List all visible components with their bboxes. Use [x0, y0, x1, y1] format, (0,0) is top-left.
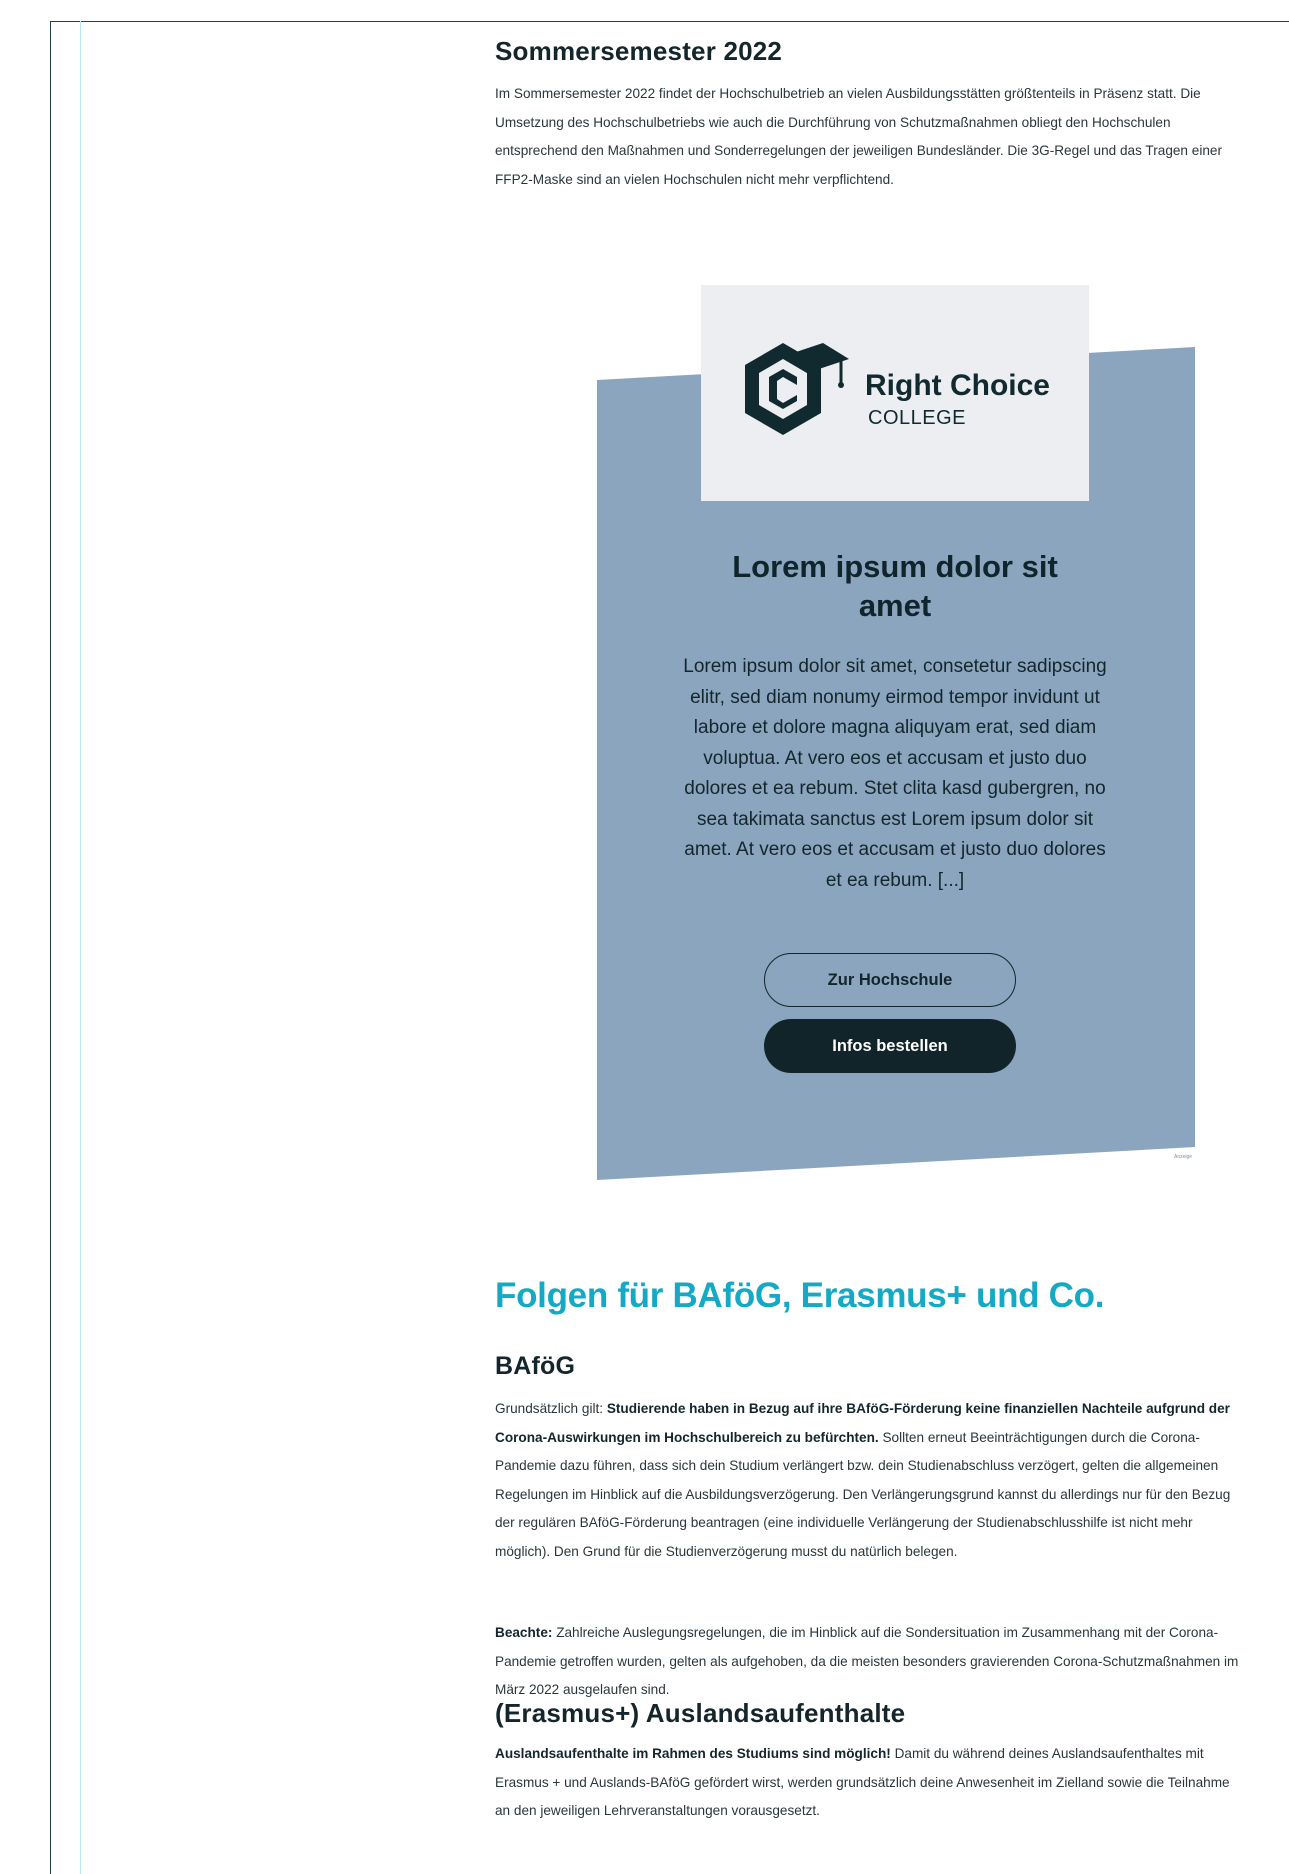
ad-description: Lorem ipsum dolor sit amet, consetetur s…	[683, 656, 1107, 891]
infos-bestellen-button[interactable]: Infos bestellen	[764, 1019, 1016, 1073]
ad-label: Anzeige	[1174, 1154, 1193, 1160]
beachte-text: Zahlreiche Auslegungsregelungen, die im …	[495, 1625, 1239, 1697]
erasmus-bold: Auslandsaufenthalte im Rahmen des Studiu…	[495, 1746, 891, 1761]
paragraph-erasmus: Auslandsaufenthalte im Rahmen des Studiu…	[495, 1740, 1245, 1826]
ad-card[interactable]: Right Choice COLLEGE Lorem ipsum dolor s…	[597, 285, 1195, 1180]
paragraph-beachte: Beachte: Zahlreiche Auslegungsregelungen…	[495, 1619, 1245, 1705]
zur-hochschule-button[interactable]: Zur Hochschule	[764, 953, 1016, 1007]
bafoeg-rest: Sollten erneut Beeinträchtigungen durch …	[495, 1429, 1231, 1559]
frame-left-border	[50, 21, 51, 1874]
beachte-label: Beachte:	[495, 1625, 553, 1640]
graduation-cap-logo-icon	[745, 343, 849, 435]
logo-name: Right Choice	[865, 369, 1050, 402]
guide-line	[80, 21, 81, 1874]
paragraph-bafoeg: Grundsätzlich gilt: Studierende haben in…	[495, 1395, 1245, 1566]
logo-subtitle: COLLEGE	[868, 407, 966, 429]
section-title-folgen: Folgen für BAföG, Erasmus+ und Co.	[495, 1276, 1105, 1315]
ad-title: Lorem ipsum dolor sit amet	[732, 549, 1058, 623]
bafoeg-intro: Grundsätzlich gilt:	[495, 1401, 607, 1416]
ad-logo-box: Right Choice COLLEGE	[701, 285, 1089, 501]
subsection-title-erasmus: (Erasmus+) Auslandsaufenthalte	[495, 1698, 906, 1728]
subsection-title-bafoeg: BAföG	[495, 1352, 576, 1380]
frame-top-border	[50, 21, 1289, 22]
paragraph-sommersemester: Im Sommersemester 2022 findet der Hochsc…	[495, 86, 1222, 187]
section-title-sommersemester: Sommersemester 2022	[495, 36, 783, 66]
